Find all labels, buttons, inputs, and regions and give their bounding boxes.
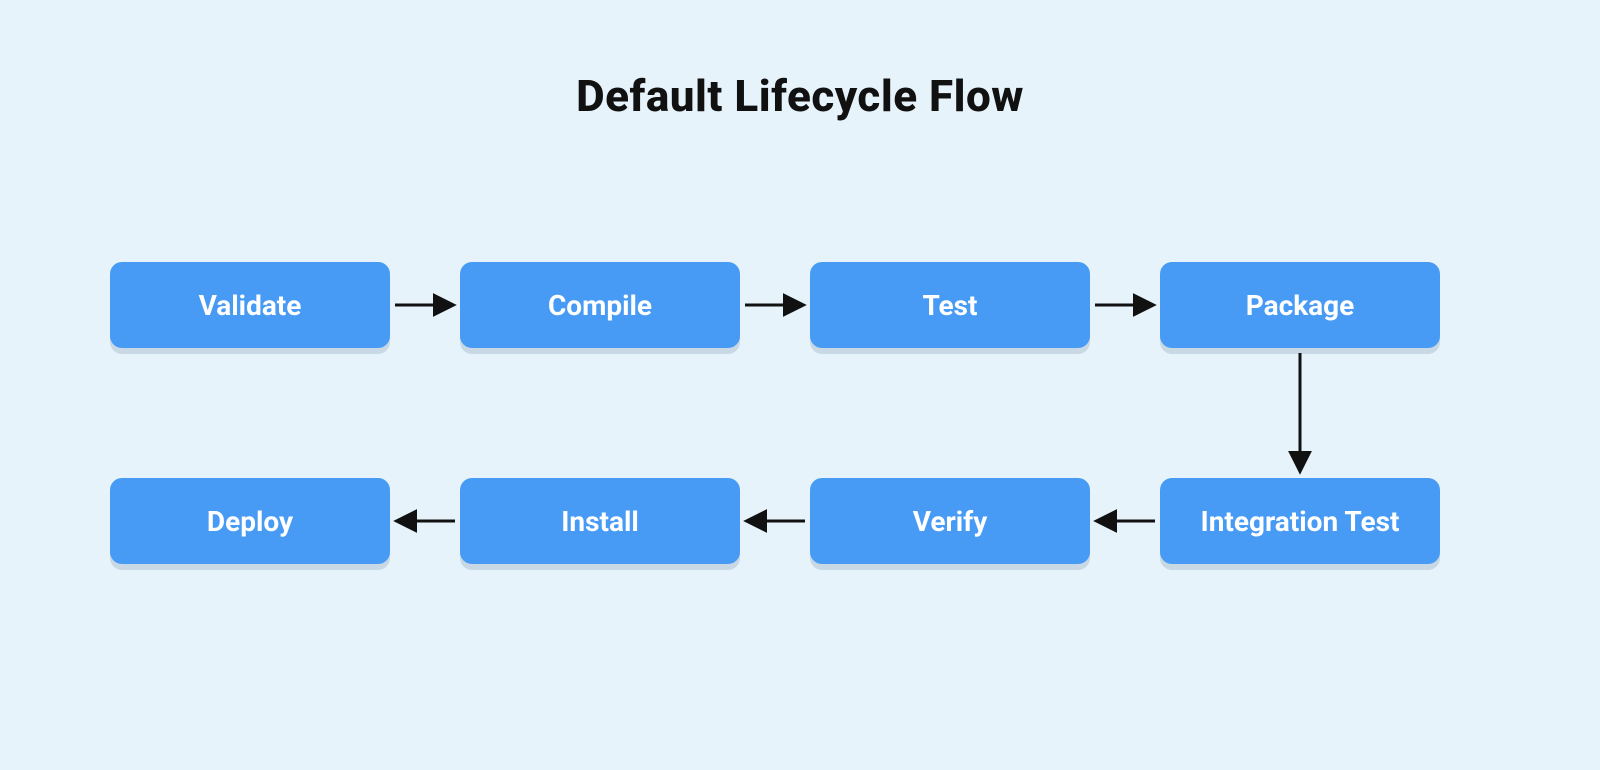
diagram-title: Default Lifecycle Flow xyxy=(0,70,1600,122)
node-package: Package xyxy=(1160,262,1440,348)
node-deploy: Deploy xyxy=(110,478,390,564)
node-install: Install xyxy=(460,478,740,564)
node-integration-test: Integration Test xyxy=(1160,478,1440,564)
node-compile: Compile xyxy=(460,262,740,348)
node-verify: Verify xyxy=(810,478,1090,564)
node-validate: Validate xyxy=(110,262,390,348)
node-test: Test xyxy=(810,262,1090,348)
